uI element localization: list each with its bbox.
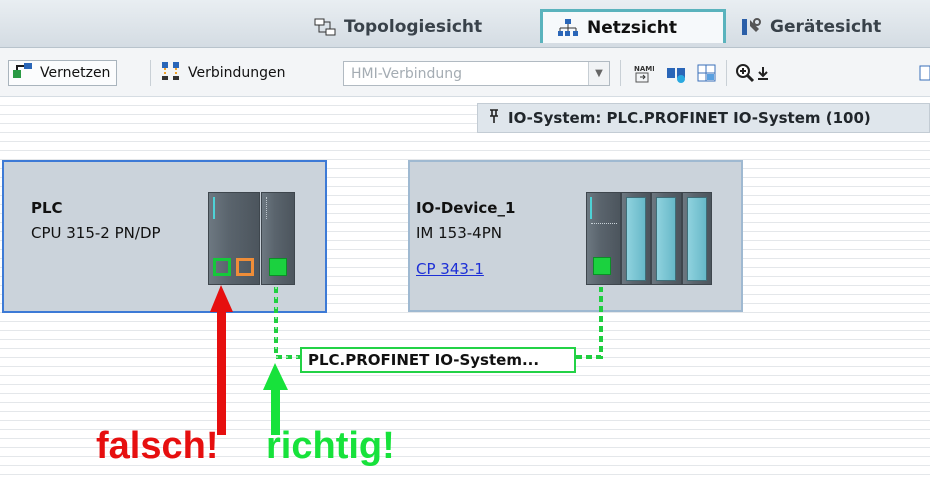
profinet-network-label[interactable]: PLC.PROFINET IO-System... (300, 347, 576, 373)
plc-to-network-line (274, 287, 300, 359)
network-to-device-line (576, 287, 603, 359)
wrong-arrow-icon (210, 285, 233, 435)
wrong-caption: falsch! (96, 425, 219, 467)
network-lines (210, 285, 603, 435)
profinet-network-text: PLC.PROFINET IO-System... (308, 351, 540, 369)
right-caption: richtig! (266, 425, 395, 467)
